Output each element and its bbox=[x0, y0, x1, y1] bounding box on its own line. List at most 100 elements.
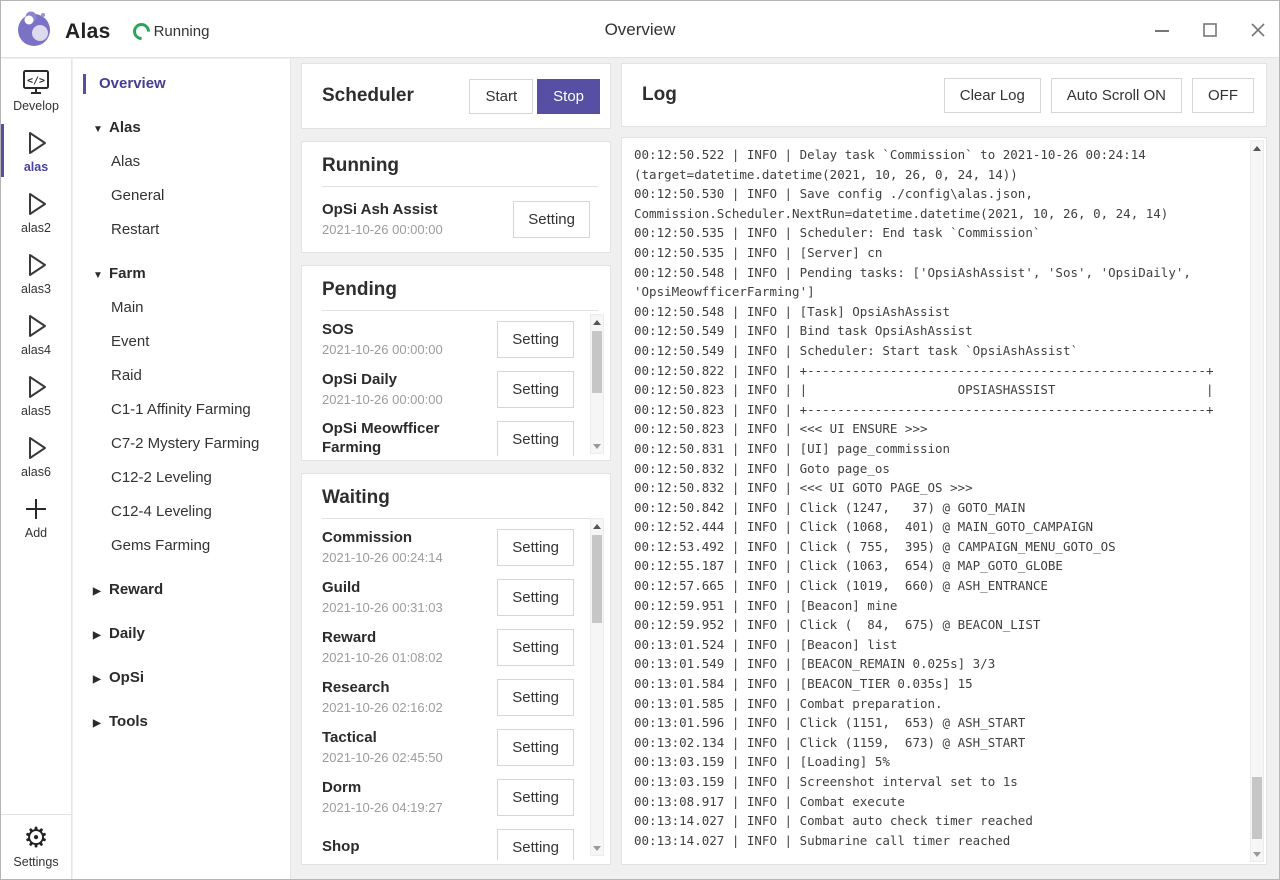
sidebar-item-alas[interactable]: alas bbox=[1, 120, 71, 181]
setting-button[interactable]: Setting bbox=[497, 529, 574, 566]
log-output[interactable]: 00:12:50.522 | INFO | Delay task `Commis… bbox=[622, 138, 1250, 864]
nav-item-label: C12-2 Leveling bbox=[111, 469, 212, 486]
develop-icon: </> bbox=[22, 67, 50, 97]
nav-item-c12-4-leveling[interactable]: C12-4 Leveling bbox=[73, 495, 290, 529]
nav-item-event[interactable]: Event bbox=[73, 325, 290, 359]
auto-scroll-on-button[interactable]: Auto Scroll ON bbox=[1051, 78, 1182, 113]
waiting-scrollbar[interactable] bbox=[590, 518, 604, 856]
scroll-up-icon[interactable] bbox=[591, 519, 603, 533]
nav-item-label: Event bbox=[111, 333, 149, 350]
log-line: 00:12:50.530 | INFO | Save config ./conf… bbox=[634, 184, 1250, 204]
active-indicator bbox=[83, 74, 86, 94]
log-panel: 00:12:50.522 | INFO | Delay task `Commis… bbox=[621, 137, 1267, 865]
brand: Alas Running bbox=[15, 9, 209, 54]
scroll-down-icon[interactable] bbox=[1251, 847, 1263, 861]
task-name: OpSi Meowfficer Farming bbox=[322, 419, 492, 456]
nav-item-c1-1-affinity-farming[interactable]: C1-1 Affinity Farming bbox=[73, 393, 290, 427]
close-icon[interactable] bbox=[1247, 19, 1269, 41]
log-line: 00:12:50.823 | INFO | +-----------------… bbox=[634, 400, 1250, 420]
sidebar-item-settings[interactable]: ⚙ Settings bbox=[1, 814, 71, 879]
task-name: OpSi Ash Assist bbox=[322, 200, 492, 219]
minimize-icon[interactable] bbox=[1151, 19, 1173, 41]
scroll-down-icon[interactable] bbox=[591, 439, 603, 453]
scroll-down-icon[interactable] bbox=[591, 841, 603, 855]
sidebar-item-alas2[interactable]: alas2 bbox=[1, 181, 71, 242]
nav-group-daily[interactable]: ▶Daily bbox=[73, 617, 290, 651]
status-text: Running bbox=[154, 23, 210, 40]
task-time: 2021-10-26 00:31:03 bbox=[322, 599, 492, 617]
app-title: Alas bbox=[65, 20, 111, 44]
setting-button[interactable]: Setting bbox=[497, 779, 574, 816]
setting-button[interactable]: Setting bbox=[497, 729, 574, 766]
nav-group-alas[interactable]: ▼Alas bbox=[73, 111, 290, 145]
scroll-up-icon[interactable] bbox=[1251, 141, 1263, 155]
sidebar-item-alas5[interactable]: alas5 bbox=[1, 364, 71, 425]
auto-scroll-off-button[interactable]: OFF bbox=[1192, 78, 1254, 113]
setting-button[interactable]: Setting bbox=[497, 829, 574, 861]
log-line: 00:12:50.831 | INFO | [UI] page_commissi… bbox=[634, 439, 1250, 459]
nav-item-restart[interactable]: Restart bbox=[73, 213, 290, 247]
maximize-icon[interactable] bbox=[1199, 19, 1221, 41]
caret-right-icon: ▶ bbox=[93, 707, 109, 741]
play-icon bbox=[22, 128, 50, 158]
play-icon bbox=[22, 372, 50, 402]
task-name: Reward bbox=[322, 628, 492, 647]
nav-group-opsi[interactable]: ▶OpSi bbox=[73, 661, 290, 695]
log-line: 00:13:03.159 | INFO | Screenshot interva… bbox=[634, 772, 1250, 792]
setting-button[interactable]: Setting bbox=[497, 679, 574, 716]
nav-item-alas[interactable]: Alas bbox=[73, 145, 290, 179]
nav-item-label: General bbox=[111, 187, 164, 204]
nav-item-gems-farming[interactable]: Gems Farming bbox=[73, 529, 290, 563]
rail-item-label: Develop bbox=[13, 99, 59, 113]
running-title: Running bbox=[322, 155, 399, 176]
setting-button[interactable]: Setting bbox=[497, 421, 574, 457]
scheduler-panel: Scheduler Start Stop bbox=[301, 63, 611, 129]
stop-button[interactable]: Stop bbox=[537, 79, 600, 114]
start-button[interactable]: Start bbox=[469, 79, 533, 114]
log-line: 00:12:50.522 | INFO | Delay task `Commis… bbox=[634, 145, 1250, 165]
log-scrollbar[interactable] bbox=[1250, 140, 1264, 862]
app-window: Overview Alas Running bbox=[0, 0, 1280, 880]
setting-button[interactable]: Setting bbox=[513, 201, 590, 238]
nav-item-c7-2-mystery-farming[interactable]: C7-2 Mystery Farming bbox=[73, 427, 290, 461]
task-info: OpSi Meowfficer Farming bbox=[322, 419, 492, 456]
scrollbar-thumb[interactable] bbox=[1252, 777, 1262, 839]
nav-item-general[interactable]: General bbox=[73, 179, 290, 213]
task-row: Dorm2021-10-26 04:19:27Setting bbox=[322, 772, 574, 822]
caret-right-icon: ▶ bbox=[93, 575, 109, 609]
task-info: Dorm2021-10-26 04:19:27 bbox=[322, 778, 492, 817]
setting-button[interactable]: Setting bbox=[497, 579, 574, 616]
log-line: 00:12:50.823 | INFO | | OPSIASHASSIST | bbox=[634, 380, 1250, 400]
scrollbar-thumb[interactable] bbox=[592, 331, 602, 393]
nav-item-main[interactable]: Main bbox=[73, 291, 290, 325]
sidebar-item-alas3[interactable]: alas3 bbox=[1, 242, 71, 303]
task-info: Guild2021-10-26 00:31:03 bbox=[322, 578, 492, 617]
setting-button[interactable]: Setting bbox=[497, 629, 574, 666]
clear-log-button[interactable]: Clear Log bbox=[944, 78, 1041, 113]
divider bbox=[322, 310, 598, 311]
sidebar-item-develop[interactable]: </> Develop bbox=[1, 59, 71, 120]
play-icon bbox=[22, 250, 50, 280]
nav-item-c12-2-leveling[interactable]: C12-2 Leveling bbox=[73, 461, 290, 495]
divider bbox=[322, 518, 598, 519]
sidebar-item-add[interactable]: Add bbox=[1, 486, 71, 547]
nav-group-tools[interactable]: ▶Tools bbox=[73, 705, 290, 739]
nav-item-label: Raid bbox=[111, 367, 142, 384]
task-name: Dorm bbox=[322, 778, 492, 797]
scrollbar-thumb[interactable] bbox=[592, 535, 602, 623]
nav-item-overview[interactable]: Overview bbox=[73, 67, 290, 101]
log-line: Commission.Scheduler.NextRun=datetime.da… bbox=[634, 204, 1250, 224]
task-info: OpSi Ash Assist2021-10-26 00:00:00 bbox=[322, 200, 492, 239]
scroll-up-icon[interactable] bbox=[591, 315, 603, 329]
sidebar-item-alas6[interactable]: alas6 bbox=[1, 425, 71, 486]
task-time: 2021-10-26 01:08:02 bbox=[322, 649, 492, 667]
log-line: 00:12:53.492 | INFO | Click ( 755, 395) … bbox=[634, 537, 1250, 557]
nav-group-label: Daily bbox=[109, 625, 145, 642]
setting-button[interactable]: Setting bbox=[497, 321, 574, 358]
nav-group-farm[interactable]: ▼Farm bbox=[73, 257, 290, 291]
pending-scrollbar[interactable] bbox=[590, 314, 604, 454]
sidebar-item-alas4[interactable]: alas4 bbox=[1, 303, 71, 364]
nav-item-raid[interactable]: Raid bbox=[73, 359, 290, 393]
setting-button[interactable]: Setting bbox=[497, 371, 574, 408]
nav-group-reward[interactable]: ▶Reward bbox=[73, 573, 290, 607]
